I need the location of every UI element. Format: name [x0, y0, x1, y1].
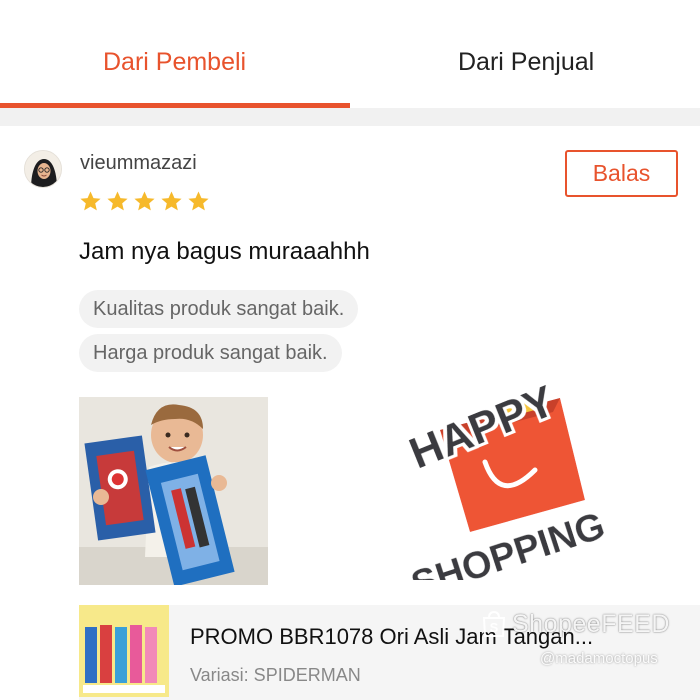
tab-from-buyer[interactable]: Dari Pembeli [103, 48, 246, 77]
product-variant: Variasi: SPIDERMAN [190, 665, 361, 685]
tab-from-seller[interactable]: Dari Penjual [458, 48, 594, 77]
shopee-feed-watermark: S ShopeeFEED @madamoctopus [474, 606, 700, 672]
product-image [79, 605, 169, 697]
review-text: Jam nya bagus muraaahhh [79, 238, 370, 265]
star-icon [80, 191, 101, 211]
review-photo-image [79, 397, 268, 585]
avatar[interactable] [24, 150, 62, 188]
review-photo[interactable] [79, 397, 268, 585]
watermark-brand: ShopeeFEED [512, 610, 670, 638]
star-icon [134, 191, 155, 211]
review-tag: Kualitas produk sangat baik. [79, 290, 359, 328]
review-tag: Harga produk sangat baik. [79, 334, 342, 372]
shopping-bag-icon: HAPPY SHOPPING [403, 376, 610, 606]
shopee-bag-icon: S [482, 610, 506, 637]
review-source-tabs: Dari Pembeli Dari Penjual [0, 0, 700, 108]
watermark-handle: @madamoctopus [540, 650, 658, 667]
star-icon [188, 191, 209, 211]
user-avatar-icon [25, 151, 61, 187]
happy-shopping-sticker: HAPPY SHOPPING [385, 340, 665, 606]
reviewer-username: vieummazazi [80, 152, 197, 174]
product-thumbnail [79, 605, 169, 697]
star-rating [79, 190, 210, 213]
section-divider [0, 108, 700, 126]
svg-text:S: S [490, 620, 499, 635]
star-icon [107, 191, 128, 211]
reply-button[interactable]: Balas [565, 150, 678, 197]
star-icon [161, 191, 182, 211]
